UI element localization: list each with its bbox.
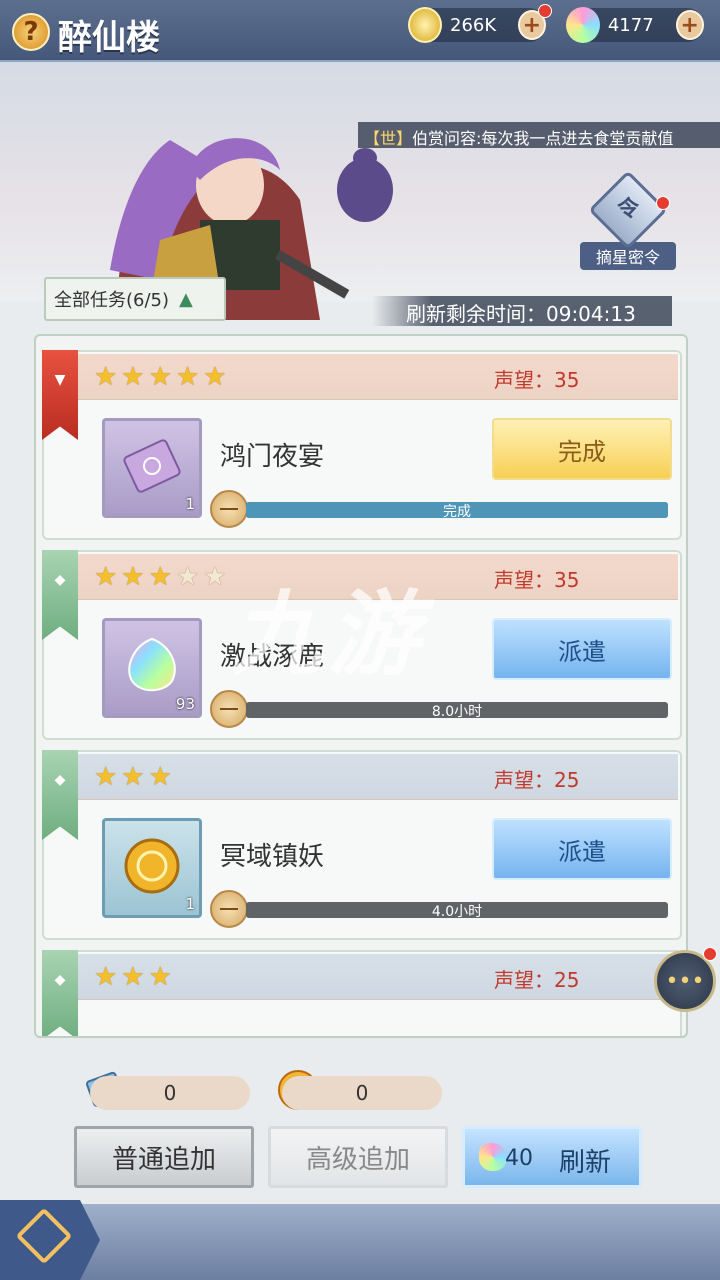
item-count: 1	[185, 495, 195, 513]
rainbow-gem-icon	[128, 637, 176, 692]
task-rank-ribbon: ◆	[42, 550, 78, 640]
gem-value: 4177	[607, 14, 654, 36]
star-rating: ★★★★★	[94, 362, 231, 392]
star-rating: ★★★	[94, 962, 176, 992]
advanced-add-button[interactable]: 高级追加	[268, 1126, 448, 1188]
hero-banner: 【世】伯赏问容:每次我一点进去食堂贡献值 令 摘星密令	[0, 62, 720, 320]
chat-button[interactable]: •••	[654, 947, 717, 1012]
star-rating: ★★★	[94, 762, 176, 792]
notification-dot	[703, 947, 717, 961]
notification-dot	[656, 196, 670, 210]
item-count: 93	[175, 695, 195, 713]
dispatch-button[interactable]: 派遣	[492, 618, 672, 680]
task-progress-bar: 完成	[246, 502, 668, 520]
task-name: 激战涿鹿	[220, 642, 325, 672]
add-coins-button[interactable]: +	[517, 4, 552, 40]
ticker-message: 伯赏问容:每次我一点进去食堂贡献值	[412, 129, 674, 148]
task-card: ★★★ 声望：25 ◆	[42, 950, 682, 1036]
help-button[interactable]: ?	[12, 13, 50, 51]
token-counter: 0	[282, 1076, 442, 1110]
seal-icon: 令	[588, 170, 668, 250]
refresh-label: 刷新	[559, 1148, 612, 1178]
prestige-reward: 声望：35	[494, 368, 580, 392]
prestige-reward: 声望：25	[494, 968, 580, 992]
progress-text: 4.0小时	[431, 904, 483, 920]
add-gems-button[interactable]: +	[675, 10, 704, 40]
page-title: 醉仙楼	[58, 18, 160, 58]
timer-icon	[210, 890, 248, 928]
task-card-header: ★★★★★ 声望：35	[74, 554, 678, 600]
coin-value: 266K	[450, 14, 497, 36]
task-rank-ribbon: ◆	[42, 950, 78, 1036]
task-card: ★★★★★ 声望：35 ▼ 1 鸿门夜宴 完成 完成	[42, 350, 682, 540]
gem-counter: 4177 +	[566, 7, 704, 43]
progress-text: 8.0小时	[431, 704, 483, 720]
task-card-header: ★★★ 声望：25	[74, 954, 678, 1000]
task-name: 冥域镇妖	[220, 842, 325, 872]
coin-counter: 266K +	[408, 4, 552, 43]
star-order-button[interactable]: 令 摘星密令	[580, 170, 676, 278]
notification-dot	[538, 4, 552, 18]
gem-icon	[566, 7, 600, 43]
prestige-reward: 声望：35	[494, 568, 580, 592]
world-chat-ticker[interactable]: 【世】伯赏问容:每次我一点进去食堂贡献值	[358, 122, 720, 148]
chevron-up-icon: ▲	[179, 288, 193, 310]
task-progress-bar: 4.0小时	[246, 902, 668, 920]
gold-coin-icon	[124, 838, 180, 894]
task-list[interactable]: ★★★★★ 声望：35 ▼ 1 鸿门夜宴 完成 完成 ★★★★★ 声望：35 ◆	[34, 334, 688, 1038]
footer-decoration	[0, 1204, 720, 1280]
token-count: 0	[355, 1081, 369, 1105]
gem-icon	[479, 1143, 507, 1171]
task-rank-ribbon: ◆	[42, 750, 78, 840]
task-card-header: ★★★ 声望：25	[74, 754, 678, 800]
refresh-button[interactable]: 40 刷新	[462, 1126, 642, 1188]
task-filter-label: 全部任务(6/5)	[54, 290, 170, 311]
task-item-slot[interactable]: 1	[102, 818, 202, 918]
task-rank-ribbon: ▼	[42, 350, 78, 440]
top-bar: ? 醉仙楼 266K + 4177 +	[0, 0, 720, 62]
scroll-ticket-icon	[123, 439, 181, 493]
refresh-cost: 40	[505, 1146, 533, 1171]
star-rating: ★★★★★	[94, 562, 231, 592]
chat-bubble-icon: •••	[665, 968, 705, 994]
back-button[interactable]	[0, 1200, 100, 1280]
task-card-header: ★★★★★ 声望：35	[74, 354, 678, 400]
task-card: ★★★ 声望：25 ◆ 1 冥域镇妖 派遣 4.0小时	[42, 750, 682, 940]
ticker-channel-tag: 【世】	[364, 129, 413, 148]
back-diamond-icon	[15, 1207, 73, 1265]
scroll-count: 0	[163, 1081, 177, 1105]
dispatch-button[interactable]: 派遣	[492, 818, 672, 880]
complete-button[interactable]: 完成	[492, 418, 672, 480]
normal-add-button[interactable]: 普通追加	[74, 1126, 254, 1188]
plus-icon: +	[522, 12, 542, 38]
task-item-slot[interactable]: 1	[102, 418, 202, 518]
timer-icon	[210, 490, 248, 528]
refresh-timer: 刷新剩余时间：09:04:13	[372, 296, 672, 326]
item-count: 1	[185, 895, 195, 913]
timer-icon	[210, 690, 248, 728]
prestige-reward: 声望：25	[494, 768, 580, 792]
scroll-counter: 0	[90, 1076, 250, 1110]
plus-icon: +	[680, 12, 699, 38]
task-name: 鸿门夜宴	[220, 442, 325, 472]
seal-glyph: 令	[616, 197, 639, 222]
task-filter-dropdown[interactable]: 全部任务(6/5) ▲	[44, 277, 226, 321]
task-progress-bar: 8.0小时	[246, 702, 668, 720]
coin-icon	[408, 7, 443, 43]
task-item-slot[interactable]: 93	[102, 618, 202, 718]
progress-text: 完成	[443, 504, 471, 520]
task-card: ★★★★★ 声望：35 ◆ 93 激战涿鹿 派遣 8.0小时	[42, 550, 682, 740]
